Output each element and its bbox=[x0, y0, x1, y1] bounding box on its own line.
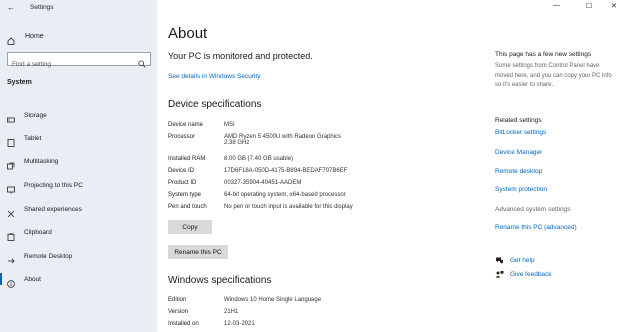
feedback-icon bbox=[495, 270, 504, 278]
spec-value-line: 2.38 GHz bbox=[224, 140, 250, 146]
rename-pc-advanced-link[interactable]: Rename this PC (advanced) bbox=[495, 224, 577, 231]
spec-row-installed-ram: Installed RAM 8.00 GB (7.40 GB usable) bbox=[168, 156, 293, 162]
system-protection-link[interactable]: System protection bbox=[495, 186, 547, 193]
sidebar-item-label: Storage bbox=[24, 111, 47, 119]
give-feedback-link[interactable]: Give feedback bbox=[510, 271, 552, 278]
spec-value: MSI bbox=[224, 122, 235, 128]
main-content: About Your PC is monitored and protected… bbox=[157, 0, 487, 332]
spec-value: 8.00 GB (7.40 GB usable) bbox=[224, 156, 294, 162]
sidebar-item-about[interactable]: About bbox=[0, 273, 155, 288]
projecting-icon bbox=[7, 181, 15, 194]
spec-row-version: Version 21H1 bbox=[168, 309, 238, 315]
sidebar-item-projecting[interactable]: Projecting to this PC bbox=[7, 179, 155, 194]
spec-value: 00327-35904-40451-AADEM bbox=[224, 180, 302, 186]
sidebar-item-shared-experiences[interactable]: Shared experiences bbox=[7, 203, 155, 218]
spec-row-processor: Processor AMD Ryzen 5 4500U with Radeon … bbox=[168, 134, 341, 146]
sidebar-section-label: System bbox=[7, 79, 32, 86]
spec-value: 17D6F18A-050D-4175-B894-BEDAF707B6EF bbox=[224, 168, 348, 174]
spec-key: Pen and touch bbox=[168, 204, 207, 210]
sidebar-item-label: About bbox=[24, 275, 41, 283]
sidebar-item-label: Remote Desktop bbox=[24, 252, 73, 260]
multitasking-icon bbox=[7, 157, 15, 170]
sidebar-item-clipboard[interactable]: Clipboard bbox=[7, 226, 155, 241]
search-input[interactable] bbox=[12, 58, 136, 71]
storage-icon bbox=[7, 111, 15, 123]
spec-key: Installed RAM bbox=[168, 156, 206, 162]
protection-message: Your PC is monitored and protected. bbox=[168, 51, 313, 61]
spec-row-system-type: System type 64-bit operating system, x64… bbox=[168, 192, 346, 198]
spec-key: Device ID bbox=[168, 168, 195, 174]
sidebar-item-remote-desktop[interactable]: Remote Desktop bbox=[7, 250, 155, 264]
sidebar-item-label: Tablet bbox=[24, 134, 42, 142]
spec-key: Edition bbox=[168, 297, 187, 303]
windows-specs-heading: Windows specifications bbox=[168, 275, 272, 286]
spec-key: Device name bbox=[168, 122, 204, 128]
spec-key: Version bbox=[168, 309, 189, 315]
sidebar-item-label: Clipboard bbox=[24, 228, 52, 236]
spec-row-product-id: Product ID 00327-35904-40451-AADEM bbox=[168, 180, 301, 186]
search-icon[interactable] bbox=[138, 55, 146, 73]
bitlocker-settings-link[interactable]: BitLocker settings bbox=[495, 129, 546, 136]
sidebar-item-storage[interactable]: Storage bbox=[7, 109, 155, 123]
related-settings-heading: Related settings bbox=[495, 117, 542, 124]
spec-row-pen-and-touch: Pen and touch No pen or touch input is a… bbox=[168, 204, 353, 210]
new-settings-description: Some settings from Control Panel have mo… bbox=[495, 63, 612, 88]
copy-button[interactable]: Copy bbox=[168, 220, 212, 234]
info-icon bbox=[7, 275, 15, 288]
rename-pc-button[interactable]: Rename this PC bbox=[168, 245, 228, 259]
sidebar-item-multitasking[interactable]: Multitasking bbox=[7, 155, 155, 170]
sidebar-item-label: Projecting to this PC bbox=[24, 181, 83, 189]
spec-key: Installed on bbox=[168, 321, 199, 327]
give-feedback-row[interactable]: Give feedback bbox=[495, 270, 552, 278]
spec-row-edition: Edition Windows 10 Home Single Language bbox=[168, 297, 321, 303]
spec-value: 12-03-2021 bbox=[224, 321, 255, 327]
sidebar-item-label: Shared experiences bbox=[24, 205, 82, 213]
new-settings-heading: This page has a few new settings bbox=[495, 51, 592, 58]
spec-value: 64-bit operating system, x64-based proce… bbox=[224, 192, 346, 198]
window-title: Settings bbox=[30, 4, 54, 11]
nav-home-label: Home bbox=[25, 32, 44, 40]
spec-value: AMD Ryzen 5 4500U with Radeon Graphics 2… bbox=[224, 134, 341, 146]
device-specs-heading: Device specifications bbox=[168, 99, 262, 110]
get-help-link[interactable]: Get help bbox=[510, 257, 535, 264]
spec-key: Product ID bbox=[168, 180, 197, 186]
clipboard-icon bbox=[7, 228, 15, 241]
spec-row-device-id: Device ID 17D6F18A-050D-4175-B894-BEDAF7… bbox=[168, 168, 347, 174]
spec-key: System type bbox=[168, 192, 202, 198]
sidebar: ← Settings Home System Storage Tablet Mu… bbox=[0, 0, 157, 332]
sidebar-item-label: Multitasking bbox=[24, 157, 59, 165]
security-link[interactable]: See details in Windows Security bbox=[168, 73, 261, 80]
nav-home[interactable]: Home bbox=[7, 30, 44, 45]
tablet-icon bbox=[7, 134, 15, 147]
spec-key: Processor bbox=[168, 134, 196, 140]
remote-desktop-link[interactable]: Remote desktop bbox=[495, 168, 542, 175]
advanced-system-settings-link: Advanced system settings bbox=[495, 206, 571, 213]
spec-value: No pen or touch input is available for t… bbox=[224, 204, 353, 210]
help-icon bbox=[495, 256, 503, 264]
spec-row-installed-on: Installed on 12-03-2021 bbox=[168, 321, 255, 327]
back-arrow-icon[interactable]: ← bbox=[7, 3, 15, 12]
get-help-row[interactable]: Get help bbox=[495, 256, 535, 264]
spec-value: Windows 10 Home Single Language bbox=[224, 297, 322, 303]
page-title: About bbox=[168, 25, 208, 42]
home-icon bbox=[7, 32, 15, 45]
search-field[interactable] bbox=[7, 52, 151, 71]
shared-experiences-icon bbox=[7, 205, 15, 218]
sidebar-item-tablet[interactable]: Tablet bbox=[7, 132, 155, 147]
right-panel: This page has a few new settings Some se… bbox=[495, 0, 624, 332]
spec-value: 21H1 bbox=[224, 309, 239, 315]
spec-row-device-name: Device name MSI bbox=[168, 122, 235, 128]
device-manager-link[interactable]: Device Manager bbox=[495, 149, 542, 156]
remote-desktop-icon bbox=[7, 252, 15, 264]
